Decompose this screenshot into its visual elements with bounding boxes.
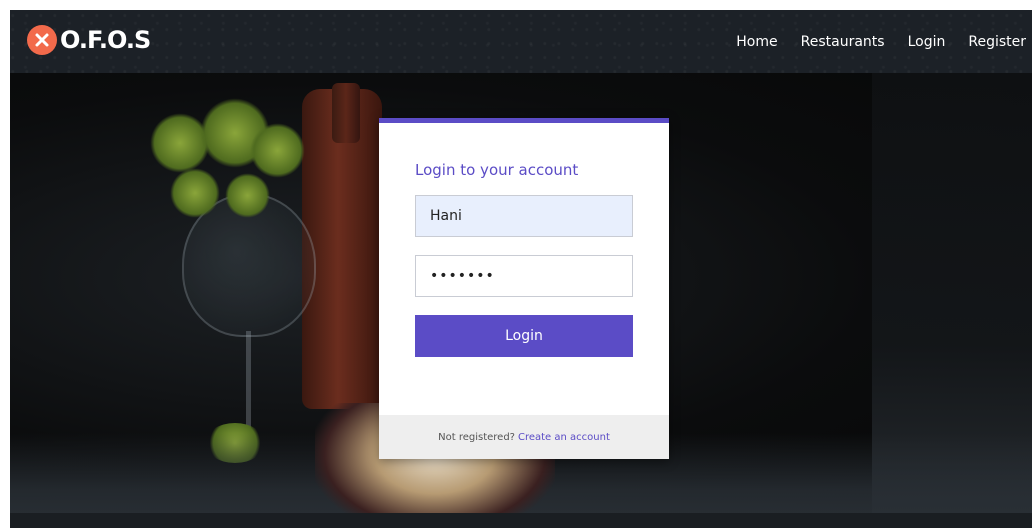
- plant-leaf-image: [225, 173, 270, 218]
- nav-links: Home Restaurants Login Register: [713, 10, 1026, 73]
- nav-register-link[interactable]: Register: [968, 34, 1026, 50]
- card-footer: Not registered? Create an account: [379, 415, 669, 459]
- brand-logo[interactable]: O.F.O.S: [27, 24, 151, 56]
- bottom-strip: [10, 513, 1032, 528]
- page-frame: O.F.O.S Home Restaurants Login Register …: [10, 10, 1032, 528]
- wine-bottle-neck-image: [332, 83, 360, 143]
- plant-leaf-image: [250, 123, 305, 178]
- plant-leaf-image: [170, 168, 220, 218]
- nav-login-link[interactable]: Login: [908, 34, 946, 50]
- create-account-link[interactable]: Create an account: [518, 432, 610, 443]
- login-button[interactable]: Login: [415, 315, 633, 357]
- utensils-icon: [27, 25, 57, 55]
- login-title: Login to your account: [415, 161, 579, 179]
- brand-name: O.F.O.S: [60, 26, 151, 54]
- password-input[interactable]: [415, 255, 633, 297]
- nav-restaurants-link[interactable]: Restaurants: [801, 34, 885, 50]
- login-card: Login to your account Login Not register…: [379, 118, 669, 459]
- username-input[interactable]: [415, 195, 633, 237]
- nav-home-link[interactable]: Home: [736, 34, 777, 50]
- not-registered-text: Not registered?: [438, 431, 515, 443]
- navbar: O.F.O.S Home Restaurants Login Register: [10, 10, 1032, 73]
